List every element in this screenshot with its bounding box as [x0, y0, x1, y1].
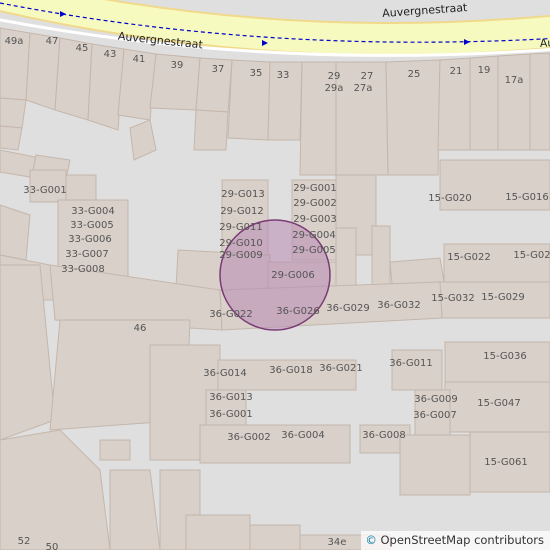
garage-label: 36-G026	[276, 306, 320, 317]
garage-label: 15-G047	[477, 398, 521, 409]
garage-label: 29-G002	[293, 198, 337, 209]
garage-label: 36-G002	[227, 432, 271, 443]
house-number: 33	[276, 70, 290, 81]
garage-label: 33-G007	[65, 249, 109, 260]
house-number: 49a	[4, 36, 24, 47]
attribution-link[interactable]: OpenStreetMap contributors	[380, 533, 544, 547]
map-attribution[interactable]: © OpenStreetMap contributors	[361, 531, 550, 550]
house-number: 29	[327, 71, 341, 82]
garage-label: 33-G008	[61, 264, 105, 275]
garage-label: 33-G005	[70, 220, 114, 231]
house-number: 50	[45, 542, 59, 550]
house-number: 29a	[324, 83, 344, 94]
copyright-symbol: ©	[365, 533, 377, 547]
house-number: 25	[407, 69, 421, 80]
garage-label: 33-G004	[71, 206, 115, 217]
house-number: 43	[103, 49, 117, 60]
garage-label: 29-G009	[219, 250, 263, 261]
house-number: 39	[170, 60, 184, 71]
house-number: 34e	[327, 537, 347, 548]
garage-label: 36-G014	[203, 368, 247, 379]
garage-label: 36-G022	[209, 309, 253, 320]
garage-label: 29-G011	[219, 222, 263, 233]
garage-label: 36-G013	[209, 392, 253, 403]
house-number: 37	[211, 64, 225, 75]
garage-label: 15-G016	[505, 192, 549, 203]
garage-label: 15-G061	[484, 457, 528, 468]
garage-label: 36-G009	[414, 394, 458, 405]
map-view[interactable]: Auvergnestraat Auvergnestraat Auvergnest…	[0, 0, 550, 550]
house-number: 35	[249, 68, 263, 79]
house-number: 46	[133, 323, 147, 334]
garage-label: 15-G020	[428, 193, 472, 204]
garage-label: 36-G011	[389, 358, 433, 369]
street-label: Auvergnestraat	[382, 1, 469, 20]
house-number: 41	[132, 54, 146, 65]
garage-label: 15-G022	[447, 252, 491, 263]
garage-label: 36-G001	[209, 409, 253, 420]
garage-label: 36-G018	[269, 365, 313, 376]
house-number: 45	[75, 43, 89, 54]
garage-label: 29-G001	[293, 183, 337, 194]
garage-label: 29-G013	[221, 189, 265, 200]
garage-label: 15-G029	[481, 292, 525, 303]
garage-label: 36-G007	[413, 410, 457, 421]
garage-label: 33-G001	[23, 185, 67, 196]
garage-label: 29-G004	[292, 230, 336, 241]
garage-label: 36-G029	[326, 303, 370, 314]
garage-label: 36-G032	[377, 300, 421, 311]
garage-label: 33-G006	[68, 234, 112, 245]
garage-label: 29-G010	[219, 238, 263, 249]
house-number: 17a	[504, 75, 524, 86]
house-number: 52	[17, 536, 31, 547]
garage-label: 15-G02	[513, 250, 550, 261]
house-number: 27a	[353, 83, 373, 94]
garage-label: 29-G012	[220, 206, 264, 217]
house-number: 21	[449, 66, 463, 77]
garage-label: 36-G021	[319, 363, 363, 374]
garage-label: 29-G003	[293, 214, 337, 225]
garage-label: 36-G004	[281, 430, 325, 441]
garage-label: 29-G005	[292, 245, 336, 256]
garage-label: 29-G006	[271, 270, 315, 281]
house-number: 19	[477, 65, 491, 76]
house-number: 47	[45, 36, 59, 47]
garage-label: 15-G036	[483, 351, 527, 362]
garage-label: 15-G032	[431, 293, 475, 304]
house-number: 27	[360, 71, 374, 82]
garage-label: 36-G008	[362, 430, 406, 441]
